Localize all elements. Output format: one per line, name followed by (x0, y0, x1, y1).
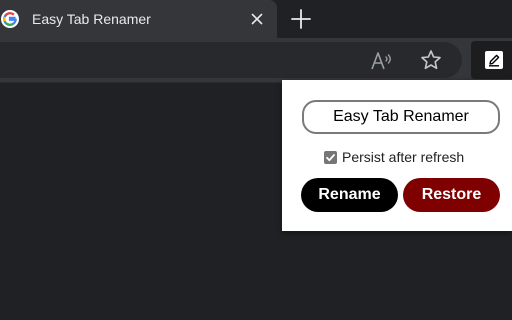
persist-checkbox[interactable] (324, 150, 337, 164)
extension-popup: Persist after refresh Rename Restore (282, 80, 512, 231)
google-g-icon (1, 10, 19, 28)
tab-title: Easy Tab Renamer (32, 11, 151, 27)
tab-strip: Easy Tab Renamer (0, 0, 512, 38)
pen-extension-icon (485, 51, 503, 69)
restore-button[interactable]: Restore (403, 178, 500, 212)
browser-toolbar (0, 38, 512, 83)
favorite-star-icon[interactable] (420, 49, 442, 71)
extension-button[interactable] (471, 41, 512, 79)
active-tab[interactable]: Easy Tab Renamer (0, 0, 277, 38)
persist-label: Persist after refresh (342, 149, 465, 165)
close-icon[interactable] (249, 11, 265, 27)
tab-name-input[interactable] (302, 100, 500, 134)
persist-option[interactable]: Persist after refresh (324, 148, 464, 166)
read-aloud-icon[interactable] (370, 50, 394, 72)
checkmark-icon (326, 153, 335, 161)
browser-window: Easy Tab Renamer Easy Tab Renamer Persis… (0, 0, 512, 320)
new-tab-plus-icon[interactable] (290, 8, 312, 30)
rename-button[interactable]: Rename (301, 178, 398, 212)
